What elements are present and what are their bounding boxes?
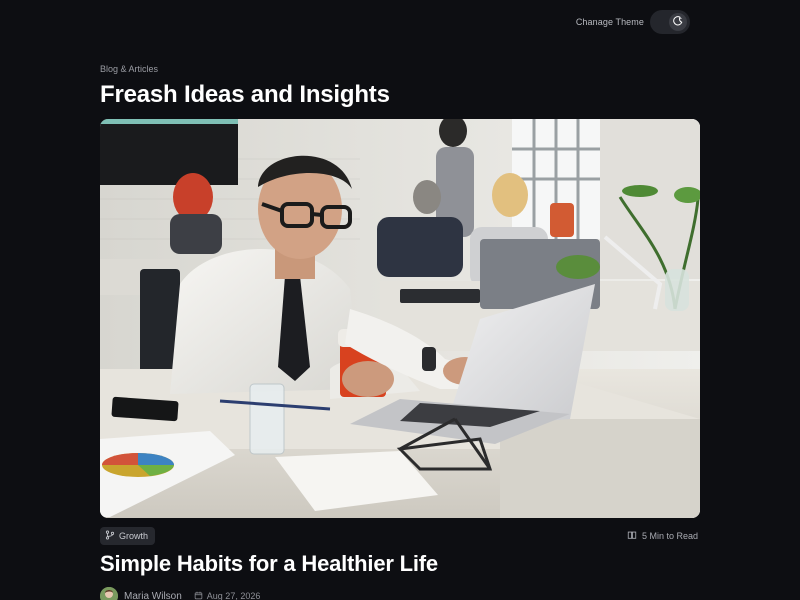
read-time: 5 Min to Read	[627, 530, 698, 542]
branch-icon	[105, 530, 115, 542]
theme-toggle[interactable]	[650, 10, 690, 34]
avatar[interactable]	[100, 587, 118, 600]
calendar-icon	[194, 591, 203, 600]
section-eyebrow: Blog & Articles	[100, 64, 159, 74]
article-title[interactable]: Simple Habits for a Healthier Life	[100, 551, 438, 577]
page-title: Freash Ideas and Insights	[100, 81, 390, 108]
theme-toggle-knob[interactable]	[669, 13, 687, 31]
category-tag[interactable]: Growth	[100, 527, 156, 545]
theme-switcher: Chanage Theme	[576, 10, 690, 34]
moon-icon	[673, 13, 683, 31]
read-time-label: 5 Min to Read	[641, 531, 698, 541]
article-meta-row: Growth 5 Min to Read	[100, 527, 700, 545]
blog-page: Chanage Theme Blog & Articles Freash Ide…	[0, 0, 800, 600]
publish-date-label: Aug 27, 2026	[206, 591, 261, 600]
article-byline: Maria Wilson Aug 27, 2026	[100, 587, 260, 600]
article-hero-image[interactable]	[100, 119, 700, 518]
category-tag-label: Growth	[119, 531, 149, 541]
theme-label: Chanage Theme	[575, 17, 644, 27]
author-name[interactable]: Maria Wilson	[124, 591, 182, 600]
publish-date: Aug 27, 2026	[194, 591, 261, 600]
book-icon	[627, 530, 637, 542]
